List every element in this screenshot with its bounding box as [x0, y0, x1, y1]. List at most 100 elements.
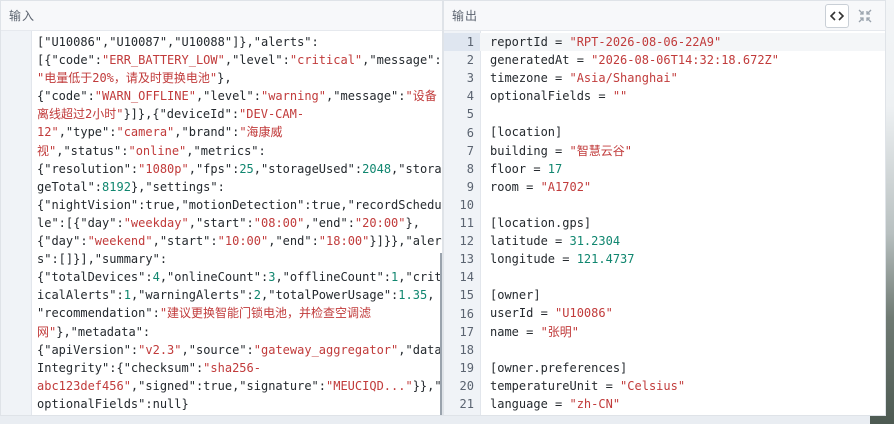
code-token: ,"end":: [268, 234, 319, 249]
code-token: generatedAt =: [490, 53, 592, 68]
code-view-icon: [830, 11, 844, 21]
code-token: "设备: [405, 89, 437, 104]
code-token: icalAlerts":: [37, 288, 124, 303]
output-line: language = "zh-CN": [490, 395, 879, 413]
code-token: "Asia/Shanghai": [569, 71, 678, 86]
output-line: [owner]: [490, 286, 879, 304]
code-token: optionalFields":null}: [37, 396, 189, 411]
input-line: Integrity":{"checksum":"sha256-: [37, 359, 436, 377]
input-line: 12","type":"camera","brand":"海康威: [37, 123, 436, 141]
line-number: 2: [466, 53, 474, 68]
code-token: {"resolution":: [37, 161, 139, 176]
code-token: ,"type":: [58, 125, 117, 140]
code-token: "2026-08-06T14:32:18.672Z": [591, 53, 779, 68]
input-line: optionalFields":null}: [37, 395, 436, 413]
code-token: },"settings":: [130, 179, 225, 194]
code-token: },: [217, 71, 232, 86]
code-token: "建议更换智能门锁电池，并检查空调滤: [159, 306, 372, 321]
code-token: userId =: [490, 306, 556, 321]
line-number: 10: [459, 197, 474, 212]
output-line: [location]: [490, 123, 879, 141]
input-panel-title: 输入: [9, 9, 36, 23]
code-token: "warning": [260, 89, 327, 104]
code-view-button[interactable]: [825, 4, 849, 28]
code-token: "A1702": [540, 179, 592, 194]
code-token: room =: [490, 179, 541, 194]
code-token: },"metadata":: [56, 324, 151, 339]
code-token: 视": [37, 143, 57, 158]
line-number: 9: [466, 179, 474, 194]
output-line: reportId = "RPT-2026-08-06-22A9": [490, 33, 879, 51]
code-token: ,"totalPowerUsage":: [261, 288, 399, 303]
line-number: 11: [459, 216, 474, 230]
code-token: "DEV-CAM-: [239, 107, 305, 122]
input-scrollbar[interactable]: [440, 253, 442, 415]
code-token: 31.2304: [569, 234, 621, 249]
code-token: ,"warningAlerts":: [130, 288, 254, 303]
output-line: userId = "U10086": [490, 304, 879, 322]
output-line: optionalFields = "": [490, 87, 879, 105]
code-token: "10:00": [217, 234, 269, 249]
code-token: language =: [490, 396, 570, 411]
output-gutter: 1 2 3 4 5 6 7 8 9 10 11 12 13 14 15 16 17 18 19 20 21: [444, 31, 481, 415]
code-token: "MEUCIQD...": [326, 378, 413, 393]
code-token: timezone =: [490, 71, 570, 86]
code-token: "Celsius": [620, 378, 686, 393]
code-token: "zh-CN": [569, 396, 621, 411]
code-token: "智慧云谷": [569, 143, 632, 158]
line-number: 4: [466, 89, 474, 104]
output-line: temperatureUnit = "Celsius": [490, 377, 879, 395]
input-line: geTotal":8192},"settings":: [37, 178, 436, 196]
code-token: 1: [123, 288, 131, 303]
code-token: latitude =: [490, 234, 570, 249]
code-token: Integrity":{"checksum":: [37, 360, 204, 375]
code-token: 121.4737: [576, 252, 635, 267]
code-token: 4: [152, 270, 160, 285]
output-panel: 输出 1234567891011121314151: [443, 0, 886, 416]
code-token: ,"message":: [362, 53, 442, 68]
line-number: 5: [466, 107, 474, 122]
code-token: "RPT-2026-08-06-22A9": [569, 35, 722, 49]
output-line: building = "智慧云谷": [490, 142, 879, 160]
code-token: s":[]}],"summary":: [37, 252, 168, 267]
code-token: ,"crit: [398, 270, 442, 285]
code-token: ,"start":: [152, 234, 218, 249]
input-panel: 输入 ["U10086","U10087","U10088"]},"alerts…: [0, 0, 443, 416]
code-token: "sha256-: [203, 360, 261, 375]
code-token: {"totalDevices":: [37, 270, 153, 285]
code-token: ,"level":: [224, 53, 290, 68]
code-token: geTotal":: [37, 179, 103, 194]
input-line: le":[{"day":"weekday","start":"08:00","e…: [37, 214, 436, 232]
line-number: 1: [444, 33, 480, 52]
line-number: 14: [459, 270, 474, 285]
code-token: ,"metrics":: [186, 143, 266, 158]
output-panel-header: 输出: [444, 1, 885, 31]
code-token: "20:00": [354, 215, 406, 230]
code-token: ,"fps":: [188, 161, 240, 176]
input-line: [{"code":"ERR_BATTERY_LOW","level":"crit…: [37, 51, 442, 69]
code-token: le":[{"day":: [37, 215, 124, 230]
code-token: 25: [239, 161, 254, 176]
code-token: reportId =: [490, 35, 570, 49]
code-token: "weekday": [123, 215, 189, 230]
input-line: 视","status":"online","metrics":: [37, 142, 436, 160]
code-token: "v2.3": [138, 342, 182, 357]
input-line: {"resolution":"1080p","fps":25,"storageU…: [37, 160, 442, 178]
code-token: [location.gps]: [490, 215, 592, 230]
code-token: ,"stora: [391, 161, 442, 176]
input-editor[interactable]: ["U10086","U10087","U10088"]},"alerts": […: [37, 31, 442, 415]
code-token: ,"offlineCount":: [275, 270, 392, 285]
line-number: 3: [466, 71, 474, 86]
collapse-button[interactable]: [853, 4, 877, 28]
output-editor[interactable]: reportId = "RPT-2026-08-06-22A9" generate…: [490, 33, 879, 415]
line-number: 12: [459, 234, 474, 249]
input-line: abc123def456","signed":true,"signature":…: [37, 377, 442, 395]
code-token: "WARN_OFFLINE": [94, 89, 196, 104]
code-token: ,: [427, 288, 435, 303]
line-number: 21: [459, 397, 474, 411]
code-token: ,"onlineCount":: [159, 270, 269, 285]
output-line: generatedAt = "2026-08-06T14:32:18.672Z": [490, 51, 879, 69]
code-token: 8192: [102, 179, 131, 194]
input-line: 离线超过2小时"}]},{"deviceId":"DEV-CAM-: [37, 105, 436, 123]
